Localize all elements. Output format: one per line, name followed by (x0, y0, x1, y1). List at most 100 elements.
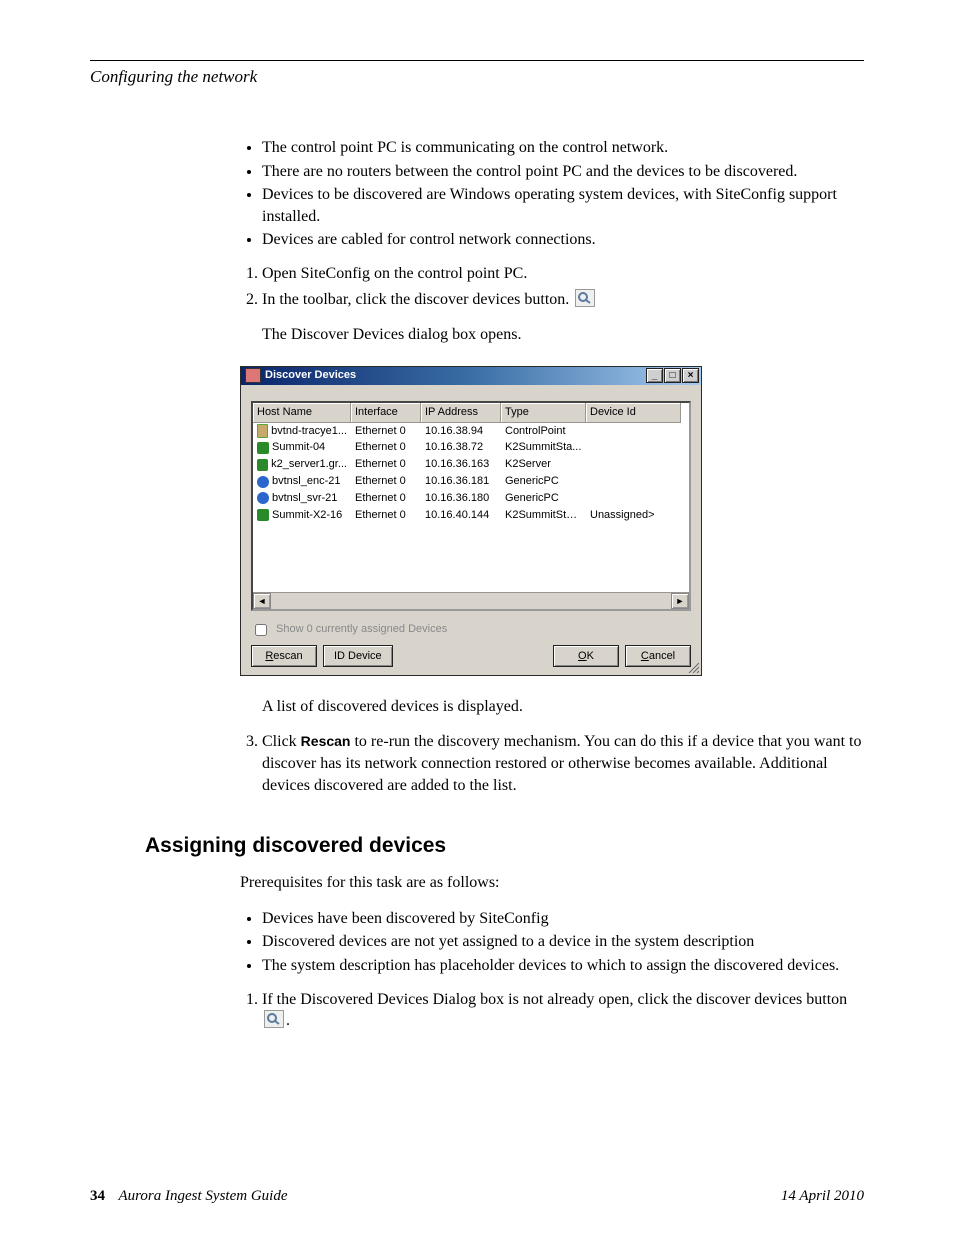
cell-hostname: bvtnsl_svr-21 (272, 491, 337, 506)
cancel-button[interactable]: Cancel (625, 645, 691, 667)
table-row[interactable]: k2_server1.gr... Ethernet 010.16.36.163K2… (253, 456, 689, 473)
discover-devices-icon (264, 1010, 284, 1028)
steps-list-top: Open SiteConfig on the control point PC.… (240, 263, 864, 310)
step-item: Click Rescan to re-run the discovery mec… (262, 731, 864, 796)
cell-type: K2SummitStan.. (501, 507, 586, 524)
paragraph: Prerequisites for this task are as follo… (240, 872, 864, 894)
discover-devices-icon (575, 289, 595, 307)
cell-hostname: bvtnd-tracye1... (271, 424, 347, 439)
dialog-titlebar[interactable]: Discover Devices _ □ × (241, 367, 701, 385)
bullet-item: Devices are cabled for control network c… (262, 229, 864, 251)
page-footer: 34 Aurora Ingest System Guide 14 April 2… (90, 1188, 864, 1205)
cell-hostname: k2_server1.gr... (271, 457, 347, 472)
cell-type: GenericPC (501, 490, 586, 507)
steps-list-cont: Click Rescan to re-run the discovery mec… (240, 731, 864, 796)
cell-ip: 10.16.38.94 (421, 423, 501, 440)
cell-interface: Ethernet 0 (351, 473, 421, 490)
cell-hostname: Summit-X2-16 (272, 508, 342, 523)
table-row[interactable]: Summit-X2-16 Ethernet 010.16.40.144K2Summ… (253, 507, 689, 524)
col-hostname[interactable]: Host Name (253, 403, 351, 423)
step-text: In the toolbar, click the discover devic… (262, 291, 569, 308)
horizontal-scrollbar[interactable]: ◄ ► (253, 592, 689, 609)
cell-deviceid (586, 423, 681, 440)
cell-type: K2SummitSta... (501, 439, 586, 456)
device-listview[interactable]: Host Name Interface IP Address Type Devi… (251, 401, 691, 611)
maximize-button[interactable]: □ (664, 368, 681, 383)
footer-date: 14 April 2010 (781, 1188, 864, 1205)
cell-ip: 10.16.38.72 (421, 439, 501, 456)
cell-hostname: Summit-04 (272, 440, 325, 455)
cell-deviceid (586, 473, 681, 490)
bullet-item: Discovered devices are not yet assigned … (262, 931, 864, 953)
checkbox-label: Show 0 currently assigned Devices (276, 622, 447, 637)
app-icon (245, 368, 261, 383)
table-row[interactable]: bvtnsl_enc-21 Ethernet 010.16.36.181Gener… (253, 473, 689, 490)
cell-type: ControlPoint (501, 423, 586, 440)
col-deviceid[interactable]: Device Id (586, 403, 681, 423)
step-text-pre: Click (262, 733, 301, 750)
close-button[interactable]: × (682, 368, 699, 383)
device-type-icon (257, 459, 268, 471)
step-item: In the toolbar, click the discover devic… (262, 289, 864, 311)
cell-hostname: bvtnsl_enc-21 (272, 474, 341, 489)
steps-list-bottom: If the Discovered Devices Dialog box is … (240, 989, 864, 1032)
ok-button[interactable]: OK (553, 645, 619, 667)
bullet-item: There are no routers between the control… (262, 161, 864, 183)
cell-deviceid (586, 456, 681, 473)
rescan-label: Rescan (301, 733, 351, 749)
bullet-item: Devices to be discovered are Windows ope… (262, 184, 864, 227)
cell-ip: 10.16.36.180 (421, 490, 501, 507)
heading-assigning: Assigning discovered devices (145, 834, 864, 858)
cell-ip: 10.16.36.181 (421, 473, 501, 490)
rescan-button[interactable]: Rescan (251, 645, 317, 667)
cell-interface: Ethernet 0 (351, 456, 421, 473)
device-type-icon (257, 492, 269, 504)
discover-devices-dialog: Discover Devices _ □ × Host Name Interfa… (240, 366, 702, 676)
table-row[interactable]: bvtnd-tracye1... Ethernet 010.16.38.94Con… (253, 423, 689, 440)
device-type-icon (257, 442, 269, 454)
section-header: Configuring the network (90, 67, 864, 87)
show-assigned-checkbox-row[interactable]: Show 0 currently assigned Devices (251, 621, 691, 639)
id-device-button[interactable]: ID Device (323, 645, 393, 667)
paragraph: A list of discovered devices is displaye… (262, 696, 864, 718)
device-type-icon (257, 509, 269, 521)
show-assigned-checkbox[interactable] (255, 624, 267, 636)
col-interface[interactable]: Interface (351, 403, 421, 423)
cell-interface: Ethernet 0 (351, 507, 421, 524)
table-row[interactable]: Summit-04 Ethernet 010.16.38.72K2SummitSt… (253, 439, 689, 456)
scroll-left-button[interactable]: ◄ (253, 593, 271, 609)
cell-interface: Ethernet 0 (351, 439, 421, 456)
step-text-pre: If the Discovered Devices Dialog box is … (262, 991, 847, 1008)
prereq-list-bottom: Devices have been discovered by SiteConf… (240, 908, 864, 977)
cell-deviceid: Unassigned> (586, 507, 681, 524)
col-ipaddress[interactable]: IP Address (421, 403, 501, 423)
cell-ip: 10.16.36.163 (421, 456, 501, 473)
bullet-item: The system description has placeholder d… (262, 955, 864, 977)
resize-grip[interactable] (687, 661, 699, 673)
minimize-button[interactable]: _ (646, 368, 663, 383)
cell-deviceid (586, 439, 681, 456)
cell-ip: 10.16.40.144 (421, 507, 501, 524)
cell-deviceid (586, 490, 681, 507)
step-text-post: . (286, 1012, 290, 1029)
cell-interface: Ethernet 0 (351, 423, 421, 440)
bullet-item: Devices have been discovered by SiteConf… (262, 908, 864, 930)
cell-interface: Ethernet 0 (351, 490, 421, 507)
listview-header[interactable]: Host Name Interface IP Address Type Devi… (253, 403, 689, 423)
paragraph: The Discover Devices dialog box opens. (262, 324, 864, 346)
device-type-icon (257, 476, 269, 488)
prereq-list-top: The control point PC is communicating on… (240, 137, 864, 251)
cell-type: GenericPC (501, 473, 586, 490)
scroll-right-button[interactable]: ► (671, 593, 689, 609)
step-item: If the Discovered Devices Dialog box is … (262, 989, 864, 1032)
step-text-post: to re-run the discovery mechanism. You c… (262, 733, 861, 793)
step-item: Open SiteConfig on the control point PC. (262, 263, 864, 285)
device-type-icon (257, 424, 268, 438)
book-title: Aurora Ingest System Guide (118, 1188, 287, 1204)
bullet-item: The control point PC is communicating on… (262, 137, 864, 159)
page-number: 34 (90, 1188, 105, 1204)
table-row[interactable]: bvtnsl_svr-21 Ethernet 010.16.36.180Gener… (253, 490, 689, 507)
col-type[interactable]: Type (501, 403, 586, 423)
dialog-title: Discover Devices (265, 368, 645, 383)
cell-type: K2Server (501, 456, 586, 473)
